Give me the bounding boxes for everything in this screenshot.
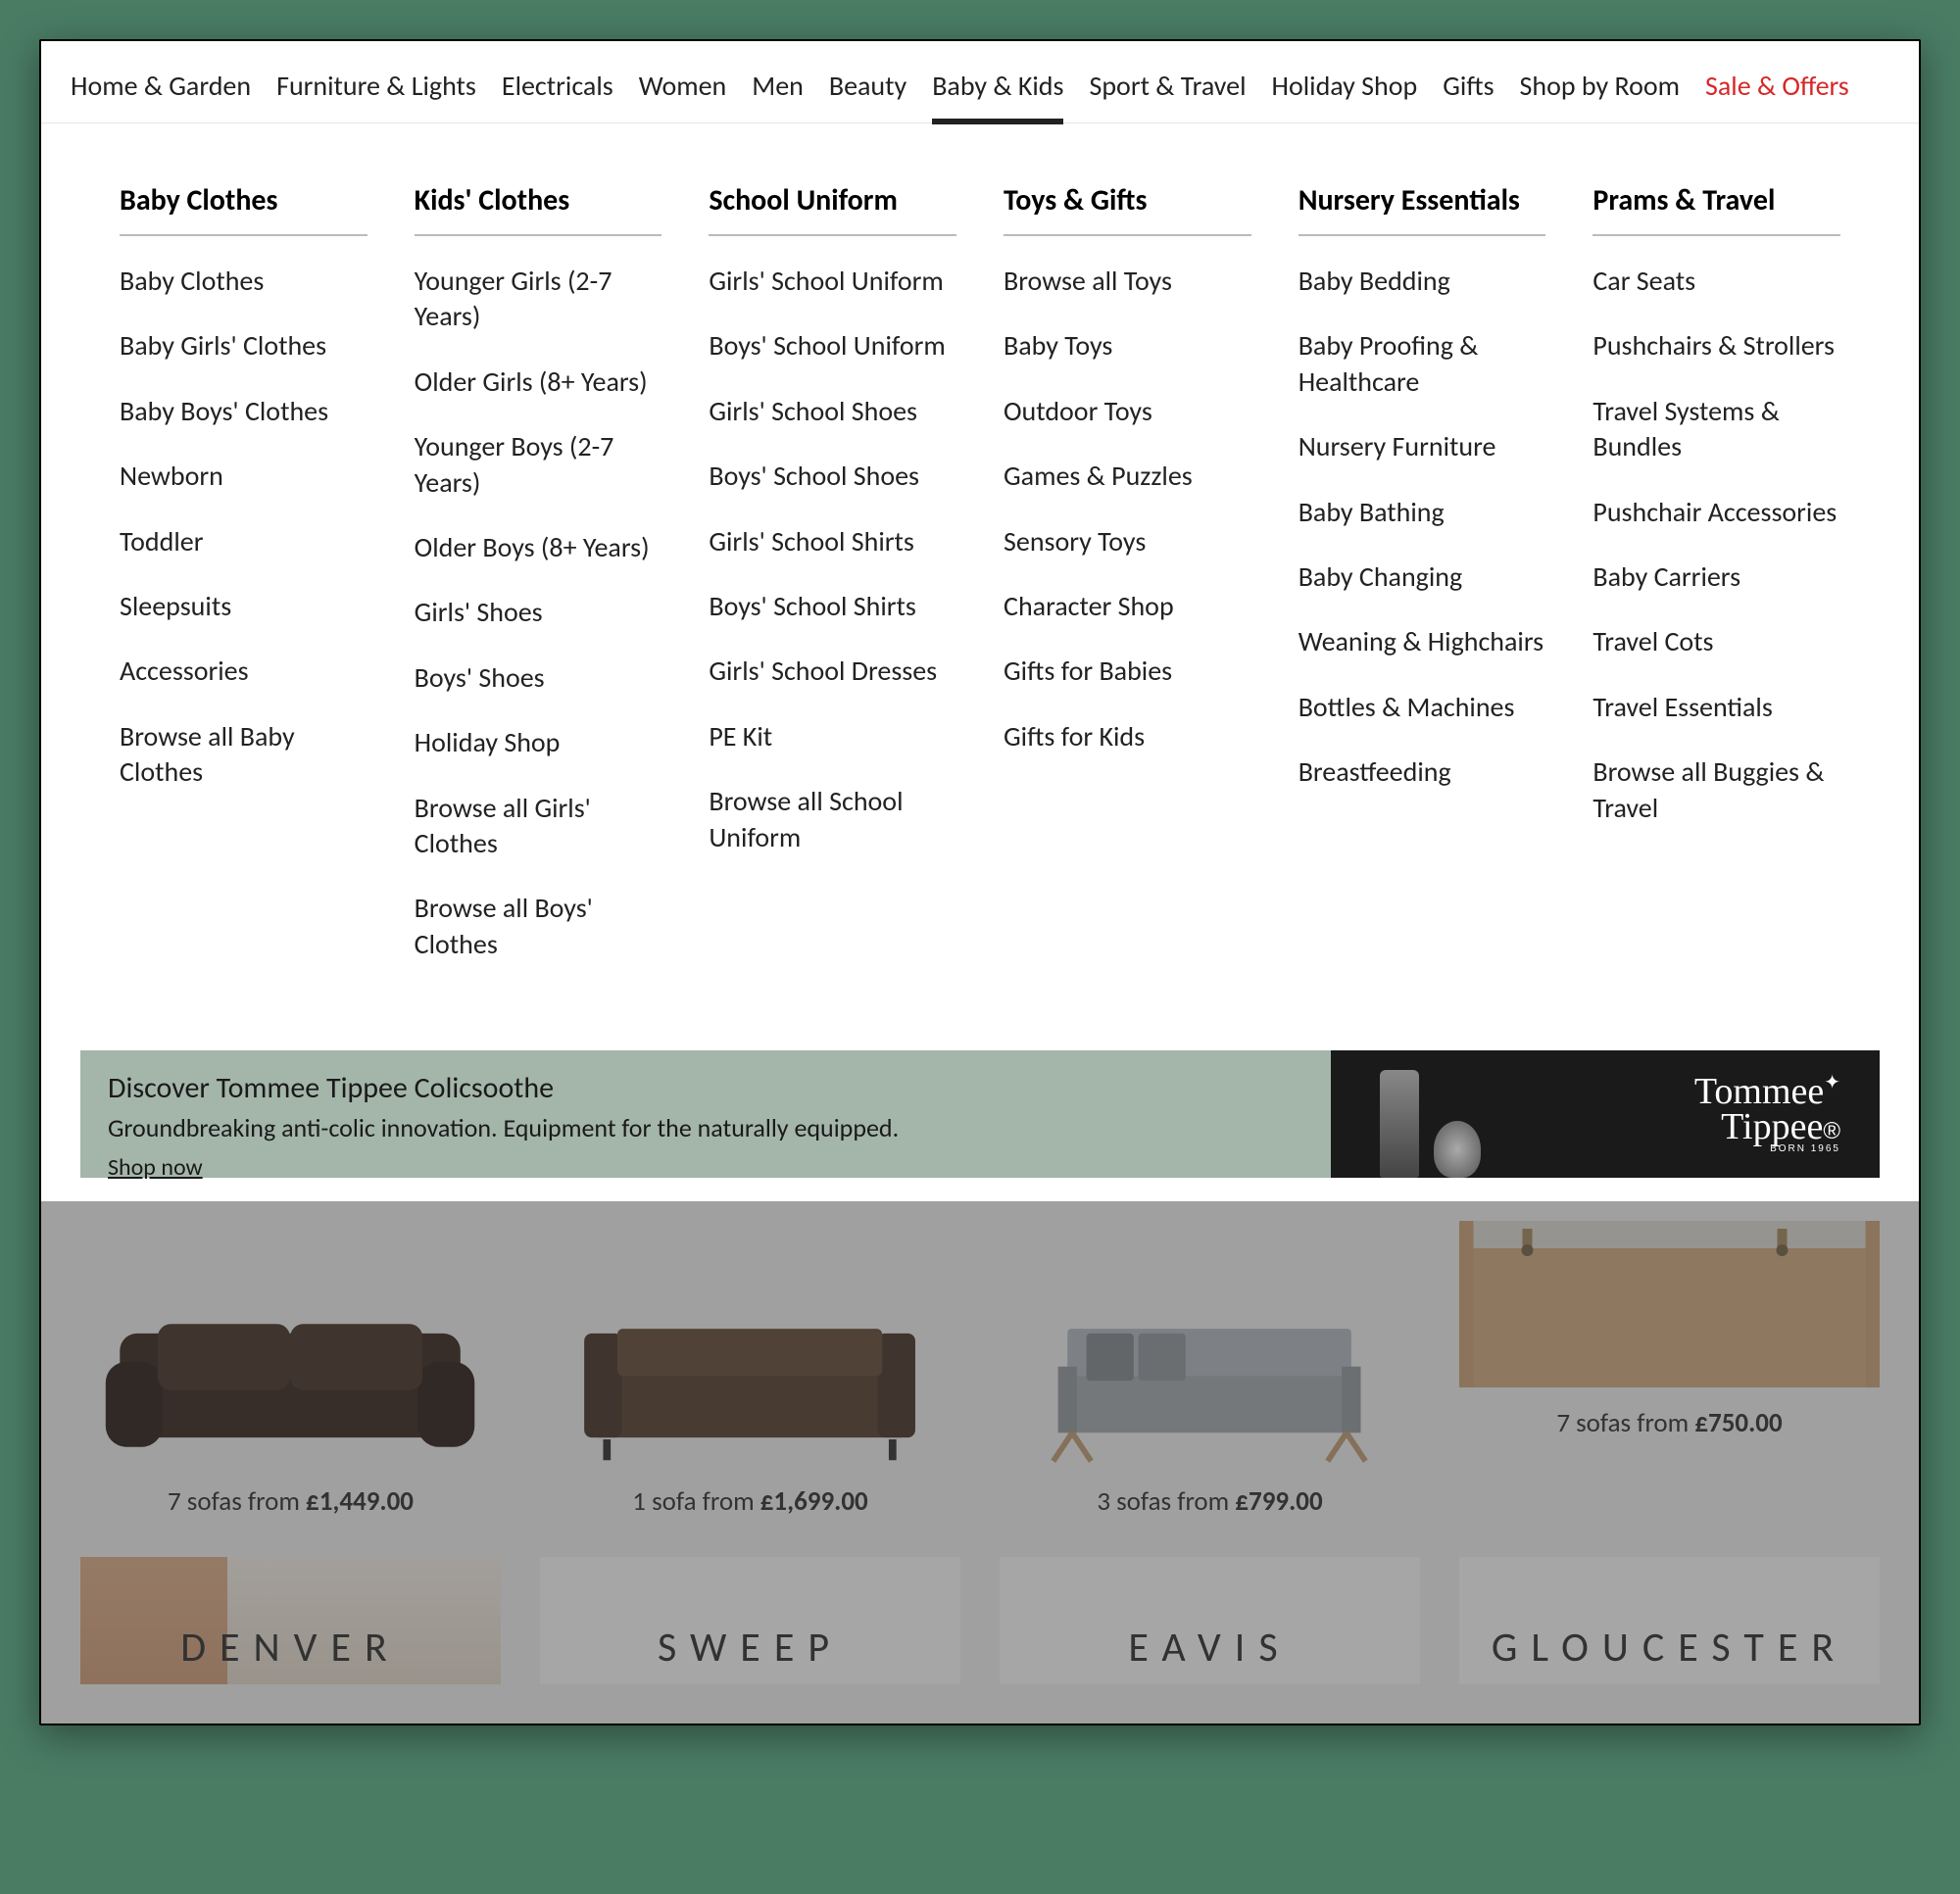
mega-link[interactable]: Holiday Shop bbox=[415, 725, 662, 760]
page-window: Home & Garden Furniture & Lights Electri… bbox=[39, 39, 1921, 1725]
nav-men[interactable]: Men bbox=[752, 69, 804, 103]
mega-link[interactable]: Bottles & Machines bbox=[1298, 690, 1546, 725]
promo-subtitle: Groundbreaking anti-colic innovation. Eq… bbox=[108, 1112, 1303, 1143]
mega-col-school-uniform: School Uniform Girls' School Uniform Boy… bbox=[709, 182, 956, 992]
nav-sale-offers[interactable]: Sale & Offers bbox=[1705, 69, 1849, 103]
mega-heading: Baby Clothes bbox=[120, 182, 368, 236]
mega-link[interactable]: Sleepsuits bbox=[120, 589, 368, 624]
mega-heading: School Uniform bbox=[709, 182, 956, 236]
mega-col-toys-gifts: Toys & Gifts Browse all Toys Baby Toys O… bbox=[1004, 182, 1251, 992]
mega-link[interactable]: Browse all Buggies & Travel bbox=[1592, 754, 1840, 826]
mega-col-nursery-essentials: Nursery Essentials Baby Bedding Baby Pro… bbox=[1298, 182, 1546, 992]
mega-link[interactable]: Weaning & Highchairs bbox=[1298, 624, 1546, 659]
mega-heading: Toys & Gifts bbox=[1004, 182, 1251, 236]
mega-link[interactable]: Baby Bathing bbox=[1298, 495, 1546, 530]
mega-link[interactable]: Travel Cots bbox=[1592, 624, 1840, 659]
mega-menu: Baby Clothes Baby Clothes Baby Girls' Cl… bbox=[41, 123, 1919, 1031]
mega-heading: Prams & Travel bbox=[1592, 182, 1840, 236]
mega-link[interactable]: Sensory Toys bbox=[1004, 524, 1251, 559]
mega-link[interactable]: Character Shop bbox=[1004, 589, 1251, 624]
mega-col-baby-clothes: Baby Clothes Baby Clothes Baby Girls' Cl… bbox=[120, 182, 368, 992]
mega-heading: Nursery Essentials bbox=[1298, 182, 1546, 236]
mega-link[interactable]: Browse all Toys bbox=[1004, 264, 1251, 299]
mega-link[interactable]: Baby Bedding bbox=[1298, 264, 1546, 299]
nav-gifts[interactable]: Gifts bbox=[1443, 69, 1494, 103]
nav-sport-travel[interactable]: Sport & Travel bbox=[1089, 69, 1246, 103]
promo-image: Tommee✦ Tippee® BORN 1965 bbox=[1331, 1050, 1880, 1178]
nav-shop-by-room[interactable]: Shop by Room bbox=[1520, 69, 1681, 103]
mega-link[interactable]: Breastfeeding bbox=[1298, 754, 1546, 790]
mega-link[interactable]: Pushchair Accessories bbox=[1592, 495, 1840, 530]
mega-link[interactable]: Baby Toys bbox=[1004, 328, 1251, 364]
mega-link[interactable]: Gifts for Babies bbox=[1004, 654, 1251, 689]
mega-link[interactable]: Newborn bbox=[120, 459, 368, 494]
bottle-icon bbox=[1380, 1070, 1419, 1178]
mega-link[interactable]: Boys' Shoes bbox=[415, 660, 662, 696]
mega-link[interactable]: Baby Clothes bbox=[120, 264, 368, 299]
mega-link[interactable]: Girls' School Shoes bbox=[709, 394, 956, 429]
mega-link[interactable]: Girls' School Shirts bbox=[709, 524, 956, 559]
mega-link[interactable]: Travel Systems & Bundles bbox=[1592, 394, 1840, 465]
mega-link[interactable]: Browse all Baby Clothes bbox=[120, 719, 368, 791]
mega-link[interactable]: Girls' School Dresses bbox=[709, 654, 956, 689]
mega-link[interactable]: Boys' School Uniform bbox=[709, 328, 956, 364]
mega-link[interactable]: Younger Boys (2-7 Years) bbox=[415, 429, 662, 501]
promo-banner[interactable]: Discover Tommee Tippee Colicsoothe Groun… bbox=[80, 1050, 1880, 1178]
mega-link[interactable]: PE Kit bbox=[709, 719, 956, 754]
promo-brand-logo: Tommee✦ Tippee® BORN 1965 bbox=[1694, 1074, 1840, 1154]
mega-link[interactable]: Boys' School Shoes bbox=[709, 459, 956, 494]
mega-link[interactable]: Younger Girls (2-7 Years) bbox=[415, 264, 662, 335]
nav-electricals[interactable]: Electricals bbox=[502, 69, 613, 103]
nav-beauty[interactable]: Beauty bbox=[829, 69, 906, 103]
mega-link[interactable]: Baby Proofing & Healthcare bbox=[1298, 328, 1546, 400]
mega-col-prams-travel: Prams & Travel Car Seats Pushchairs & St… bbox=[1592, 182, 1840, 992]
mega-link[interactable]: Girls' School Uniform bbox=[709, 264, 956, 299]
product-grid: 7 sofas from £1,449.00 1 sofa from £1,69… bbox=[41, 1201, 1919, 1724]
mega-link[interactable]: Browse all Boys' Clothes bbox=[415, 891, 662, 962]
mega-link[interactable]: Baby Girls' Clothes bbox=[120, 328, 368, 364]
nav-women[interactable]: Women bbox=[639, 69, 727, 103]
mega-link[interactable]: Outdoor Toys bbox=[1004, 394, 1251, 429]
mega-link[interactable]: Browse all School Uniform bbox=[709, 784, 956, 855]
promo-text: Discover Tommee Tippee Colicsoothe Groun… bbox=[80, 1050, 1331, 1178]
jar-icon bbox=[1434, 1121, 1481, 1178]
mega-link[interactable]: Baby Changing bbox=[1298, 559, 1546, 595]
mega-link[interactable]: Older Boys (8+ Years) bbox=[415, 530, 662, 565]
nav-baby-kids[interactable]: Baby & Kids bbox=[932, 69, 1063, 103]
mega-link[interactable]: Gifts for Kids bbox=[1004, 719, 1251, 754]
mega-link[interactable]: Baby Carriers bbox=[1592, 559, 1840, 595]
mega-col-kids-clothes: Kids' Clothes Younger Girls (2-7 Years) … bbox=[415, 182, 662, 992]
top-nav: Home & Garden Furniture & Lights Electri… bbox=[41, 41, 1919, 123]
mega-link[interactable]: Travel Essentials bbox=[1592, 690, 1840, 725]
mega-link[interactable]: Girls' Shoes bbox=[415, 595, 662, 630]
mega-link[interactable]: Toddler bbox=[120, 524, 368, 559]
mega-link[interactable]: Nursery Furniture bbox=[1298, 429, 1546, 464]
mega-link[interactable]: Baby Boys' Clothes bbox=[120, 394, 368, 429]
mega-link[interactable]: Pushchairs & Strollers bbox=[1592, 328, 1840, 364]
mega-link[interactable]: Older Girls (8+ Years) bbox=[415, 364, 662, 400]
nav-furniture-lights[interactable]: Furniture & Lights bbox=[276, 69, 476, 103]
mega-link[interactable]: Browse all Girls' Clothes bbox=[415, 791, 662, 862]
mega-heading: Kids' Clothes bbox=[415, 182, 662, 236]
nav-home-garden[interactable]: Home & Garden bbox=[71, 69, 251, 103]
mega-link[interactable]: Boys' School Shirts bbox=[709, 589, 956, 624]
mega-link[interactable]: Accessories bbox=[120, 654, 368, 689]
mega-link[interactable]: Games & Puzzles bbox=[1004, 459, 1251, 494]
nav-holiday-shop[interactable]: Holiday Shop bbox=[1272, 69, 1418, 103]
promo-shop-now-link[interactable]: Shop now bbox=[108, 1153, 203, 1182]
mega-link[interactable]: Car Seats bbox=[1592, 264, 1840, 299]
promo-title: Discover Tommee Tippee Colicsoothe bbox=[108, 1070, 1303, 1106]
dimming-overlay bbox=[41, 1201, 1919, 1724]
